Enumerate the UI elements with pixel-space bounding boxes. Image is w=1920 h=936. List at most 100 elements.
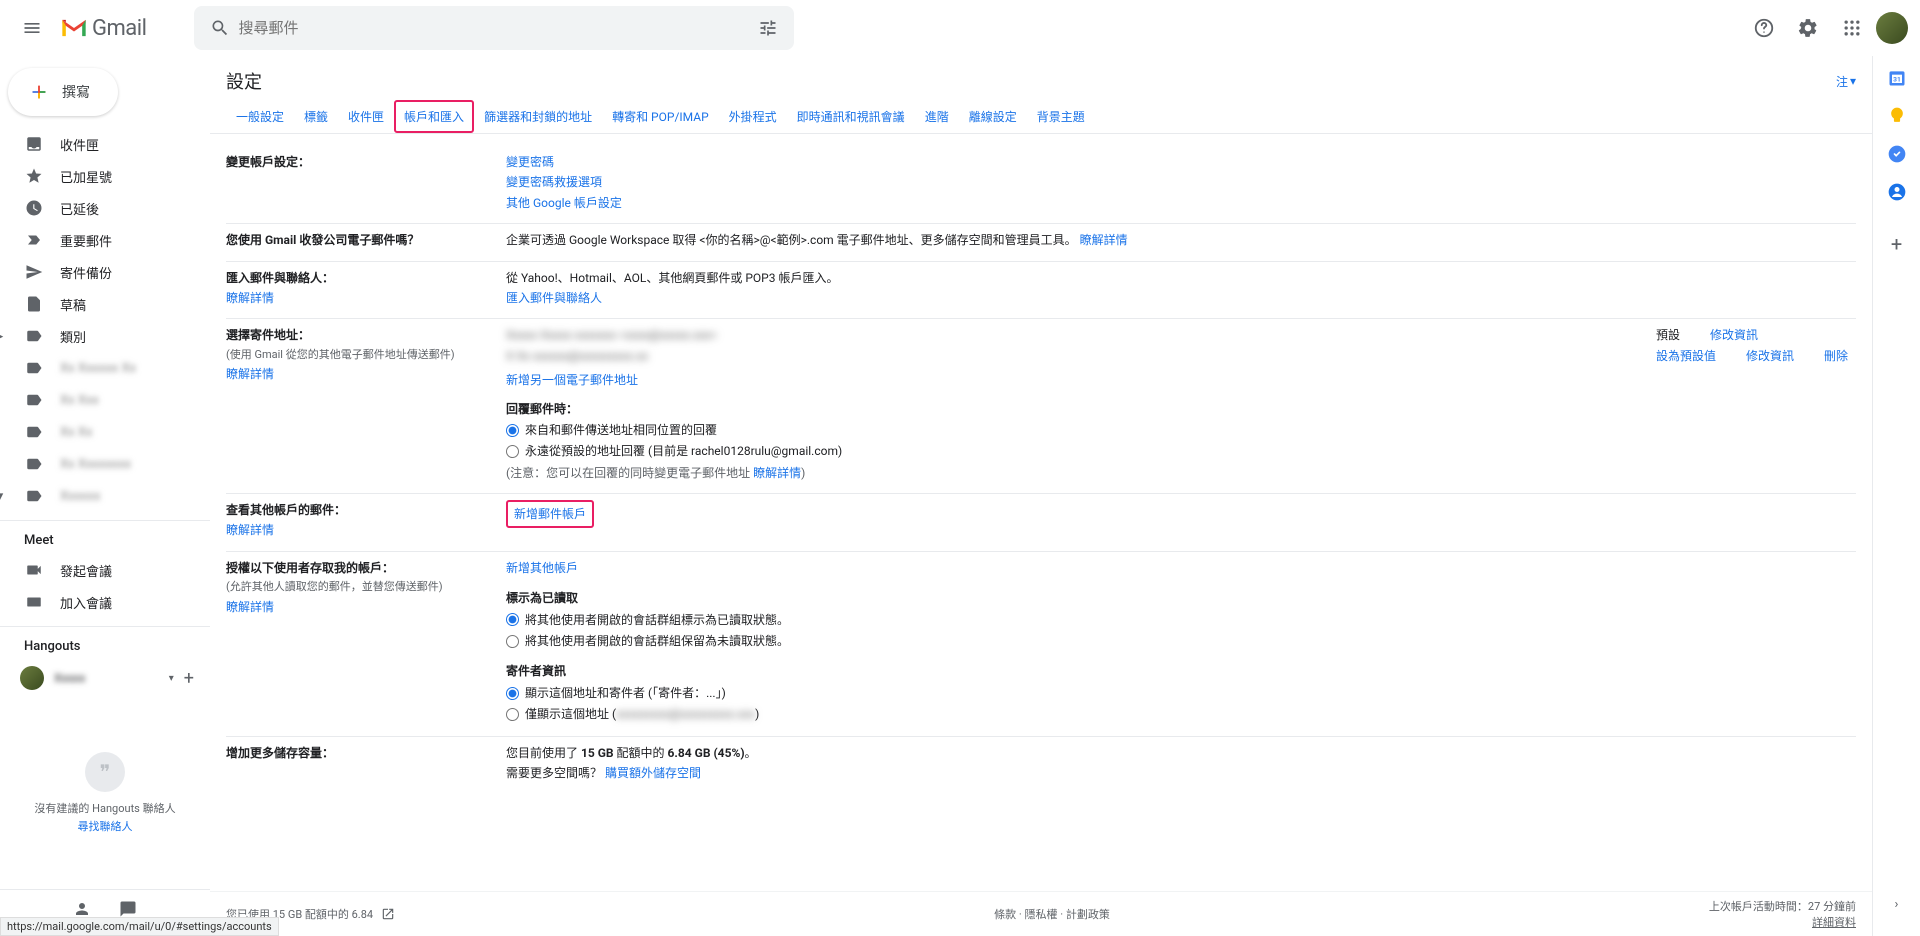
- radio-input[interactable]: [506, 424, 519, 437]
- nav-starred[interactable]: 已加星號: [0, 160, 210, 192]
- footer-details-link[interactable]: 詳細資料: [1812, 916, 1856, 929]
- nav-custom-label-3[interactable]: Xx Xx: [0, 416, 210, 448]
- reply-default-radio[interactable]: 永遠從預設的地址回覆 (目前是 rachel0128rulu@gmail.com…: [506, 441, 1856, 461]
- radio-input[interactable]: [506, 687, 519, 700]
- tab-filters[interactable]: 篩選器和封鎖的地址: [474, 100, 602, 133]
- workspace-learn-link[interactable]: 瞭解詳情: [1080, 233, 1128, 247]
- tab-labels[interactable]: 標籤: [294, 100, 338, 133]
- row-grant-access: 授權以下使用者存取我的帳戶： (允許其他人讀取您的郵件，並替您傳送郵件) 瞭解詳…: [226, 552, 1856, 737]
- hangouts-find-link[interactable]: 尋找聯絡人: [78, 818, 133, 834]
- recovery-options-link[interactable]: 變更密碼救援選項: [506, 175, 602, 189]
- reply-note-link[interactable]: 瞭解詳情: [753, 466, 801, 480]
- collapse-panel-button[interactable]: ›: [1895, 897, 1899, 912]
- add-another-address-link[interactable]: 新增另一個電子郵件地址: [506, 373, 638, 387]
- draft-icon: [25, 295, 43, 313]
- tasks-addon[interactable]: [1887, 144, 1907, 164]
- add-addon-button[interactable]: +: [1891, 232, 1902, 256]
- row-label: 選擇寄件地址：: [226, 325, 506, 345]
- sendas-learn-link[interactable]: 瞭解詳情: [226, 367, 274, 381]
- nav-label-blurred: Xx Xxxxxxxx: [60, 457, 131, 472]
- search-bar[interactable]: [194, 6, 794, 50]
- tab-advanced[interactable]: 進階: [915, 100, 959, 133]
- search-button[interactable]: [202, 10, 238, 46]
- add-mail-account-highlighted[interactable]: 新增郵件帳戶: [506, 500, 594, 528]
- main-menu-button[interactable]: [12, 8, 52, 48]
- row-label: 授權以下使用者存取我的帳戶：: [226, 558, 506, 578]
- label-icon: [25, 359, 43, 377]
- add-grant-link[interactable]: 新增其他帳戶: [506, 561, 578, 575]
- open-icon[interactable]: [381, 907, 395, 921]
- main-content: 設定 注 ▾ 一般設定 標籤 收件匣 帳戶和匯入 篩選器和封鎖的地址 轉寄和 P…: [210, 56, 1872, 936]
- row-label: 您使用 Gmail 收發公司電子郵件嗎？: [226, 233, 419, 247]
- chat-icon[interactable]: [119, 900, 137, 918]
- hangouts-header: Hangouts: [0, 626, 210, 660]
- import-text: 從 Yahoo!、Hotmail、AOL、其他網頁郵件或 POP3 帳戶匯入。: [506, 268, 1856, 288]
- calendar-addon[interactable]: 31: [1887, 68, 1907, 88]
- mark-unread-radio[interactable]: 將其他使用者開啟的會話群組保留為未讀取狀態。: [506, 631, 1856, 651]
- set-default-link[interactable]: 設為預設值: [1656, 346, 1716, 366]
- contacts-addon[interactable]: [1887, 182, 1907, 202]
- tab-themes[interactable]: 背景主題: [1027, 100, 1095, 133]
- footer-policies[interactable]: 條款 · 隱私權 · 計劃政策: [395, 906, 1709, 922]
- radio-label: 顯示這個地址和寄件者 (「寄件者：...」): [525, 683, 726, 703]
- clock-icon: [25, 199, 43, 217]
- sender-only-radio[interactable]: 僅顯示這個地址 (xxxxxxxxx@xxxxxxxxx.xxx): [506, 704, 1856, 724]
- right-side-panel: 31 + ›: [1872, 56, 1920, 936]
- reply-same-radio[interactable]: 來自和郵件傳送地址相同位置的回覆: [506, 420, 1856, 440]
- other-settings-link[interactable]: 其他 Google 帳戶設定: [506, 196, 622, 210]
- row-company-email: 您使用 Gmail 收發公司電子郵件嗎？ 企業可透過 Google Worksp…: [226, 224, 1856, 261]
- import-link[interactable]: 匯入郵件與聯絡人: [506, 291, 602, 305]
- radio-input[interactable]: [506, 708, 519, 721]
- search-options-button[interactable]: [750, 10, 786, 46]
- nav-custom-label-1[interactable]: Xx Xxxxxx Xx: [0, 352, 210, 384]
- hangouts-add-button[interactable]: +: [184, 668, 194, 689]
- edit-info-link[interactable]: 修改資訊: [1710, 325, 1758, 345]
- nav-custom-label-4[interactable]: Xx Xxxxxxxx: [0, 448, 210, 480]
- nav-drafts[interactable]: 草稿: [0, 288, 210, 320]
- settings-button[interactable]: [1788, 8, 1828, 48]
- tab-inbox[interactable]: 收件匣: [338, 100, 394, 133]
- density-dropdown[interactable]: 注 ▾: [1836, 73, 1856, 90]
- edit-info-link[interactable]: 修改資訊: [1746, 346, 1794, 366]
- expand-icon: ▸: [0, 328, 8, 344]
- compose-label: 撰寫: [62, 82, 90, 102]
- mark-read-radio[interactable]: 將其他使用者開啟的會話群組標示為已讀取狀態。: [506, 610, 1856, 630]
- search-input[interactable]: [238, 20, 750, 37]
- hangouts-user[interactable]: Xxxxx ▾ +: [0, 660, 210, 696]
- apps-grid-icon: [1842, 18, 1862, 38]
- apps-button[interactable]: [1832, 8, 1872, 48]
- keep-addon[interactable]: [1887, 106, 1907, 126]
- support-button[interactable]: [1744, 8, 1784, 48]
- gmail-icon: [60, 17, 88, 39]
- tab-general[interactable]: 一般設定: [226, 100, 294, 133]
- radio-input[interactable]: [506, 445, 519, 458]
- tab-forwarding[interactable]: 轉寄和 POP/IMAP: [602, 100, 719, 133]
- change-password-link[interactable]: 變更密碼: [506, 155, 554, 169]
- nav-important[interactable]: 重要郵件: [0, 224, 210, 256]
- person-icon[interactable]: [73, 900, 91, 918]
- tab-accounts[interactable]: 帳戶和匯入: [394, 100, 474, 133]
- compose-button[interactable]: 撰寫: [8, 68, 118, 116]
- gmail-logo[interactable]: Gmail: [60, 16, 146, 41]
- nav-custom-label-2[interactable]: Xx Xxx: [0, 384, 210, 416]
- nav-categories[interactable]: ▸ 類別: [0, 320, 210, 352]
- meet-join[interactable]: 加入會議: [0, 586, 210, 618]
- sender-show-radio[interactable]: 顯示這個地址和寄件者 (「寄件者：...」): [506, 683, 1856, 703]
- check-learn-link[interactable]: 瞭解詳情: [226, 523, 274, 537]
- import-learn-link[interactable]: 瞭解詳情: [226, 291, 274, 305]
- nav-snoozed[interactable]: 已延後: [0, 192, 210, 224]
- meet-new[interactable]: 發起會議: [0, 554, 210, 586]
- radio-input[interactable]: [506, 613, 519, 626]
- tab-offline[interactable]: 離線設定: [959, 100, 1027, 133]
- hangouts-empty: ❞ 沒有建議的 Hangouts 聯絡人 尋找聯絡人: [0, 696, 210, 889]
- delete-link[interactable]: 刪除: [1824, 346, 1848, 366]
- radio-input[interactable]: [506, 635, 519, 648]
- grant-learn-link[interactable]: 瞭解詳情: [226, 600, 274, 614]
- nav-more[interactable]: ▾Xxxxxx: [0, 480, 210, 512]
- nav-inbox[interactable]: 收件匣: [0, 128, 210, 160]
- tab-chat[interactable]: 即時通訊和視訊會議: [787, 100, 915, 133]
- nav-sent[interactable]: 寄件備份: [0, 256, 210, 288]
- account-avatar[interactable]: [1876, 12, 1908, 44]
- tab-addons[interactable]: 外掛程式: [719, 100, 787, 133]
- buy-storage-link[interactable]: 購買額外儲存空間: [605, 766, 701, 780]
